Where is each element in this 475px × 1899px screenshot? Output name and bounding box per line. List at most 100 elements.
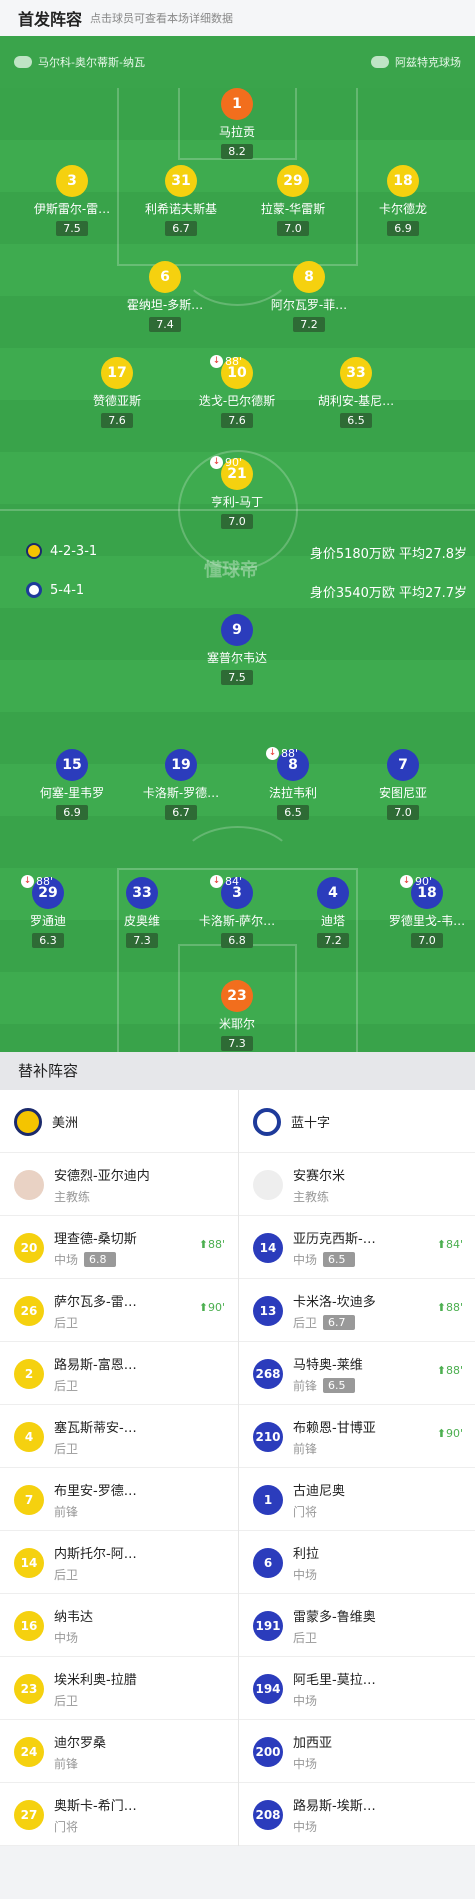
home-substitute[interactable]: 7 布里安-罗德… 前锋 bbox=[0, 1468, 237, 1531]
home-player[interactable]: 33 胡利安-基尼… 6.5 bbox=[301, 357, 411, 428]
home-substitute[interactable]: 27 奥斯卡-希门… 门将 bbox=[0, 1783, 237, 1846]
player-name: 何塞-里韦罗 bbox=[39, 786, 105, 800]
sub-position: 中场 bbox=[293, 1567, 318, 1582]
sub-off-icon: ↓ bbox=[266, 747, 279, 760]
sub-name: 萨尔瓦多-雷… bbox=[54, 1294, 137, 1310]
sub-name: 布赖恩-甘博亚 bbox=[293, 1420, 376, 1436]
lineup-title: 首发阵容 bbox=[18, 10, 83, 29]
away-player[interactable]: 3 ↓ 84' 卡洛斯-萨尔… 6.8 bbox=[182, 875, 292, 948]
sub-row: 16 纳韦达 中场 191 雷蒙多-鲁维奥 后卫 bbox=[0, 1594, 475, 1657]
away-player[interactable]: 9 塞普尔韦达 7.5 bbox=[182, 614, 292, 685]
player-rating: 7.6 bbox=[101, 413, 133, 428]
home-substitute[interactable]: 16 纳韦达 中场 bbox=[0, 1594, 237, 1657]
default-avatar-icon bbox=[253, 1169, 283, 1200]
sub-name: 理查德-桑切斯 bbox=[54, 1231, 137, 1247]
jersey-number: 13 bbox=[253, 1295, 283, 1326]
away-player[interactable]: 8 ↓ 88' 法拉韦利 6.5 bbox=[238, 747, 348, 820]
away-player[interactable]: 33 皮奥维 7.3 bbox=[87, 877, 197, 948]
home-player[interactable]: 31 利希诺夫斯基 6.7 bbox=[126, 165, 236, 236]
away-player[interactable]: 15 何塞-里韦罗 6.9 bbox=[17, 749, 127, 820]
home-player[interactable]: 17 赞德亚斯 7.6 bbox=[62, 357, 172, 428]
sub-on-icon: ⬆ bbox=[436, 1301, 446, 1314]
sub-name: 纳韦达 bbox=[54, 1609, 94, 1625]
jersey-number: 208 bbox=[253, 1799, 283, 1830]
sub-position: 中场 bbox=[293, 1693, 318, 1708]
player-name: 伊斯雷尔-雷… bbox=[33, 202, 111, 216]
club-america-logo-icon bbox=[26, 543, 42, 559]
player-rating: 7.0 bbox=[221, 514, 253, 529]
jersey-number: 191 bbox=[253, 1610, 283, 1641]
jersey-number: 268 bbox=[253, 1358, 283, 1389]
cruz-azul-logo-icon bbox=[253, 1107, 281, 1136]
home-substitute[interactable]: 24 迪尔罗桑 前锋 bbox=[0, 1720, 237, 1783]
home-player[interactable]: 3 伊斯雷尔-雷… 7.5 bbox=[17, 165, 127, 236]
away-substitute[interactable]: 191 雷蒙多-鲁维奥 后卫 bbox=[238, 1594, 475, 1657]
sub-position: 后卫 bbox=[54, 1378, 79, 1393]
home-player[interactable]: 21 ↓ 90' 亨利-马丁 7.0 bbox=[182, 456, 292, 529]
home-substitute[interactable]: 4 塞瓦斯蒂安-… 后卫 bbox=[0, 1405, 237, 1468]
sub-on-icon: ⬆ bbox=[198, 1238, 208, 1251]
home-player[interactable]: 10 ↓ 88' 迭戈-巴尔德斯 7.6 bbox=[182, 355, 292, 428]
sub-on-icon: ⬆ bbox=[436, 1238, 446, 1251]
sub-name: 马特奥-莱维 bbox=[293, 1357, 363, 1373]
away-substitute[interactable]: 14 亚历克西斯-… 中场 6.5 ⬆84' bbox=[238, 1216, 475, 1279]
away-player[interactable]: 23 米耶尔 7.3 bbox=[182, 980, 292, 1051]
home-player[interactable]: 1 马拉贡 8.2 bbox=[182, 88, 292, 159]
player-rating: 7.0 bbox=[277, 221, 309, 236]
away-team[interactable]: 蓝十字 bbox=[238, 1090, 475, 1153]
sub-minute: 88' bbox=[225, 355, 243, 368]
home-substitute[interactable]: 23 埃米利奥-拉腊 后卫 bbox=[0, 1657, 237, 1720]
away-player[interactable]: 19 卡洛斯-罗德… 6.7 bbox=[126, 749, 236, 820]
jersey-number: 15 bbox=[56, 749, 88, 781]
home-substitute[interactable]: 2 路易斯-富恩… 后卫 bbox=[0, 1342, 237, 1405]
sub-position: 门将 bbox=[54, 1819, 79, 1834]
away-player[interactable]: 7 安图尼亚 7.0 bbox=[348, 749, 458, 820]
away-substitute[interactable]: 210 布赖恩-甘博亚 前锋 ⬆90' bbox=[238, 1405, 475, 1468]
home-substitute[interactable]: 20 理查德-桑切斯 中场 6.8 ⬆88' bbox=[0, 1216, 237, 1279]
lineup-header: 首发阵容 点击球员可查看本场详细数据 bbox=[0, 0, 475, 36]
sub-position: 中场 bbox=[293, 1819, 318, 1834]
home-player[interactable]: 29 拉蒙-华雷斯 7.0 bbox=[238, 165, 348, 236]
sub-name: 亚历克西斯-… bbox=[293, 1231, 376, 1247]
player-rating: 6.7 bbox=[165, 221, 197, 236]
player-name: 皮奥维 bbox=[123, 914, 160, 928]
away-substitute[interactable]: 1 古迪尼奥 门将 bbox=[238, 1468, 475, 1531]
sub-name: 埃米利奥-拉腊 bbox=[54, 1672, 137, 1688]
jersey-number: 14 bbox=[14, 1547, 44, 1578]
jersey-number: 200 bbox=[253, 1736, 283, 1767]
home-substitute[interactable]: 26 萨尔瓦多-雷… 后卫 ⬆90' bbox=[0, 1279, 237, 1342]
sub-position: 后卫 bbox=[54, 1567, 79, 1582]
home-player[interactable]: 8 阿尔瓦罗-菲… 7.2 bbox=[254, 261, 364, 332]
away-substitute[interactable]: 200 加西亚 中场 bbox=[238, 1720, 475, 1783]
away-substitute[interactable]: 13 卡米洛-坎迪多 后卫 6.7 ⬆88' bbox=[238, 1279, 475, 1342]
sub-name: 雷蒙多-鲁维奥 bbox=[293, 1609, 376, 1625]
sub-name: 奥斯卡-希门… bbox=[54, 1798, 137, 1814]
sub-row: 27 奥斯卡-希门… 门将 208 路易斯-埃斯… 中场 bbox=[0, 1783, 475, 1846]
sub-position: 中场 bbox=[293, 1252, 318, 1267]
whistle-icon bbox=[14, 56, 32, 68]
home-player[interactable]: 6 霍纳坦-多斯… 7.4 bbox=[110, 261, 220, 332]
sub-position: 后卫 bbox=[54, 1315, 79, 1330]
home-team[interactable]: 美洲 bbox=[0, 1090, 237, 1153]
player-rating: 6.7 bbox=[165, 805, 197, 820]
home-coach[interactable]: 安德烈-亚尔迪内 主教练 bbox=[0, 1153, 237, 1216]
player-rating: 7.3 bbox=[126, 933, 158, 948]
away-substitute[interactable]: 6 利拉 中场 bbox=[238, 1531, 475, 1594]
sub-position: 后卫 bbox=[54, 1441, 79, 1456]
sub-position: 后卫 bbox=[54, 1693, 79, 1708]
player-name: 卡洛斯-罗德… bbox=[142, 786, 220, 800]
substitutes-list: 美洲 蓝十字 安德烈-亚尔迪内 主教练 安赛尔米 主教练 20 理查德-桑切斯 中场 6.… bbox=[0, 1090, 475, 1846]
sub-row: 14 内斯托尔-阿… 后卫 6 利拉 中场 bbox=[0, 1531, 475, 1594]
sub-row: 7 布里安-罗德… 前锋 1 古迪尼奥 门将 bbox=[0, 1468, 475, 1531]
away-coach[interactable]: 安赛尔米 主教练 bbox=[238, 1153, 475, 1216]
sub-name: 卡米洛-坎迪多 bbox=[293, 1294, 376, 1310]
away-substitute[interactable]: 194 阿毛里-莫拉… 中场 bbox=[238, 1657, 475, 1720]
home-player[interactable]: 18 卡尔德龙 6.9 bbox=[348, 165, 458, 236]
home-substitute[interactable]: 14 内斯托尔-阿… 后卫 bbox=[0, 1531, 237, 1594]
away-substitute[interactable]: 268 马特奥-莱维 前锋 6.5 ⬆88' bbox=[238, 1342, 475, 1405]
away-substitute[interactable]: 208 路易斯-埃斯… 中场 bbox=[238, 1783, 475, 1846]
player-rating: 7.0 bbox=[411, 933, 443, 948]
jersey-number: 4 bbox=[317, 877, 349, 909]
away-player[interactable]: 18 ↓ 90' 罗德里戈-韦… 7.0 bbox=[372, 875, 475, 948]
player-name: 卡尔德龙 bbox=[378, 202, 427, 216]
